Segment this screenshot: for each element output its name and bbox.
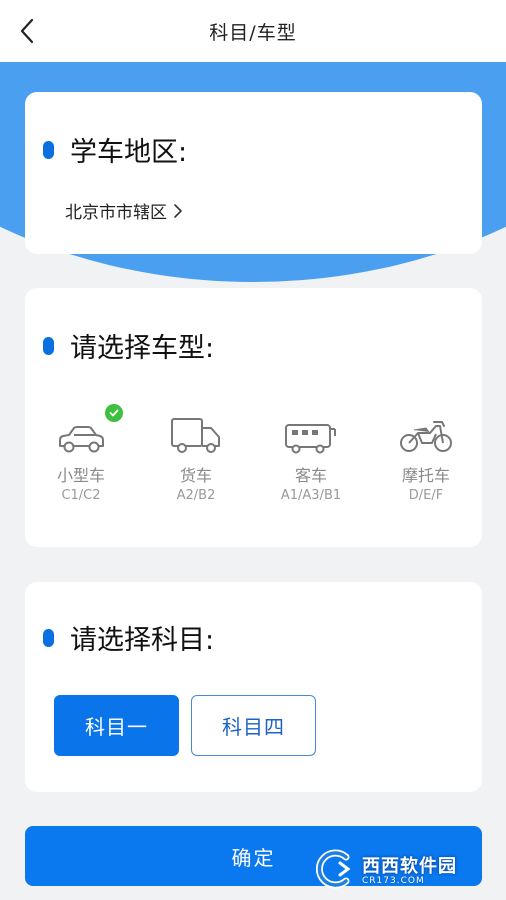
- bus-icon: [281, 412, 341, 456]
- vehicle-option-motorcycle[interactable]: 摩托车 D/E/F: [378, 412, 474, 512]
- subject-card: 请选择科目: 科目一 科目四: [25, 582, 482, 792]
- area-card: 学车地区: 北京市市辖区: [25, 92, 482, 254]
- vehicle-option-bus[interactable]: 客车 A1/A3/B1: [263, 412, 359, 512]
- bullet-dot: [43, 628, 54, 647]
- vehicle-name: 摩托车: [401, 466, 450, 485]
- watermark: 西西软件园 CR173.COM: [315, 848, 492, 890]
- car-icon: [51, 412, 111, 456]
- back-button[interactable]: [12, 15, 42, 47]
- bullet-dot: [43, 336, 54, 355]
- vehicle-license: D/E/F: [408, 488, 444, 503]
- motorcycle-icon: [396, 412, 456, 456]
- vehicle-license: C1/C2: [61, 488, 101, 503]
- vehicle-name: 小型车: [56, 466, 105, 485]
- check-icon: [105, 404, 123, 422]
- vehicle-license: A2/B2: [176, 488, 216, 503]
- watermark-url: CR173.COM: [362, 876, 425, 886]
- vehicle-name: 货车: [179, 466, 212, 485]
- subject-section-title: 请选择科目:: [43, 618, 214, 657]
- vehicle-option-small-car[interactable]: 小型车 C1/C2: [33, 404, 129, 512]
- vehicle-license: A1/A3/B1: [280, 488, 342, 503]
- vehicle-name: 客车: [294, 466, 327, 485]
- car-section-title: 请选择车型:: [43, 326, 214, 365]
- chevron-right-icon: [173, 203, 183, 219]
- area-value: 北京市市辖区: [65, 203, 167, 223]
- area-section-title: 学车地区:: [43, 130, 187, 169]
- watermark-text: 西西软件园: [362, 856, 457, 877]
- bullet-dot: [43, 140, 54, 159]
- top-bar: 科目/车型: [0, 0, 506, 62]
- truck-icon: [166, 412, 226, 456]
- car-type-card: 请选择车型: 小型车 C1/C2 货车 A2/B2 客车 A1/A3/B1 摩托…: [25, 288, 482, 547]
- chevron-left-icon: [20, 18, 34, 44]
- watermark-logo-icon: [315, 849, 360, 889]
- vehicle-list: 小型车 C1/C2 货车 A2/B2 客车 A1/A3/B1 摩托车 D/E/F: [25, 404, 482, 512]
- subject-4-button[interactable]: 科目四: [191, 695, 316, 756]
- vehicle-option-truck[interactable]: 货车 A2/B2: [148, 412, 244, 512]
- area-selector[interactable]: 北京市市辖区: [65, 198, 183, 223]
- subject-1-button[interactable]: 科目一: [54, 695, 179, 756]
- page-title: 科目/车型: [209, 21, 297, 44]
